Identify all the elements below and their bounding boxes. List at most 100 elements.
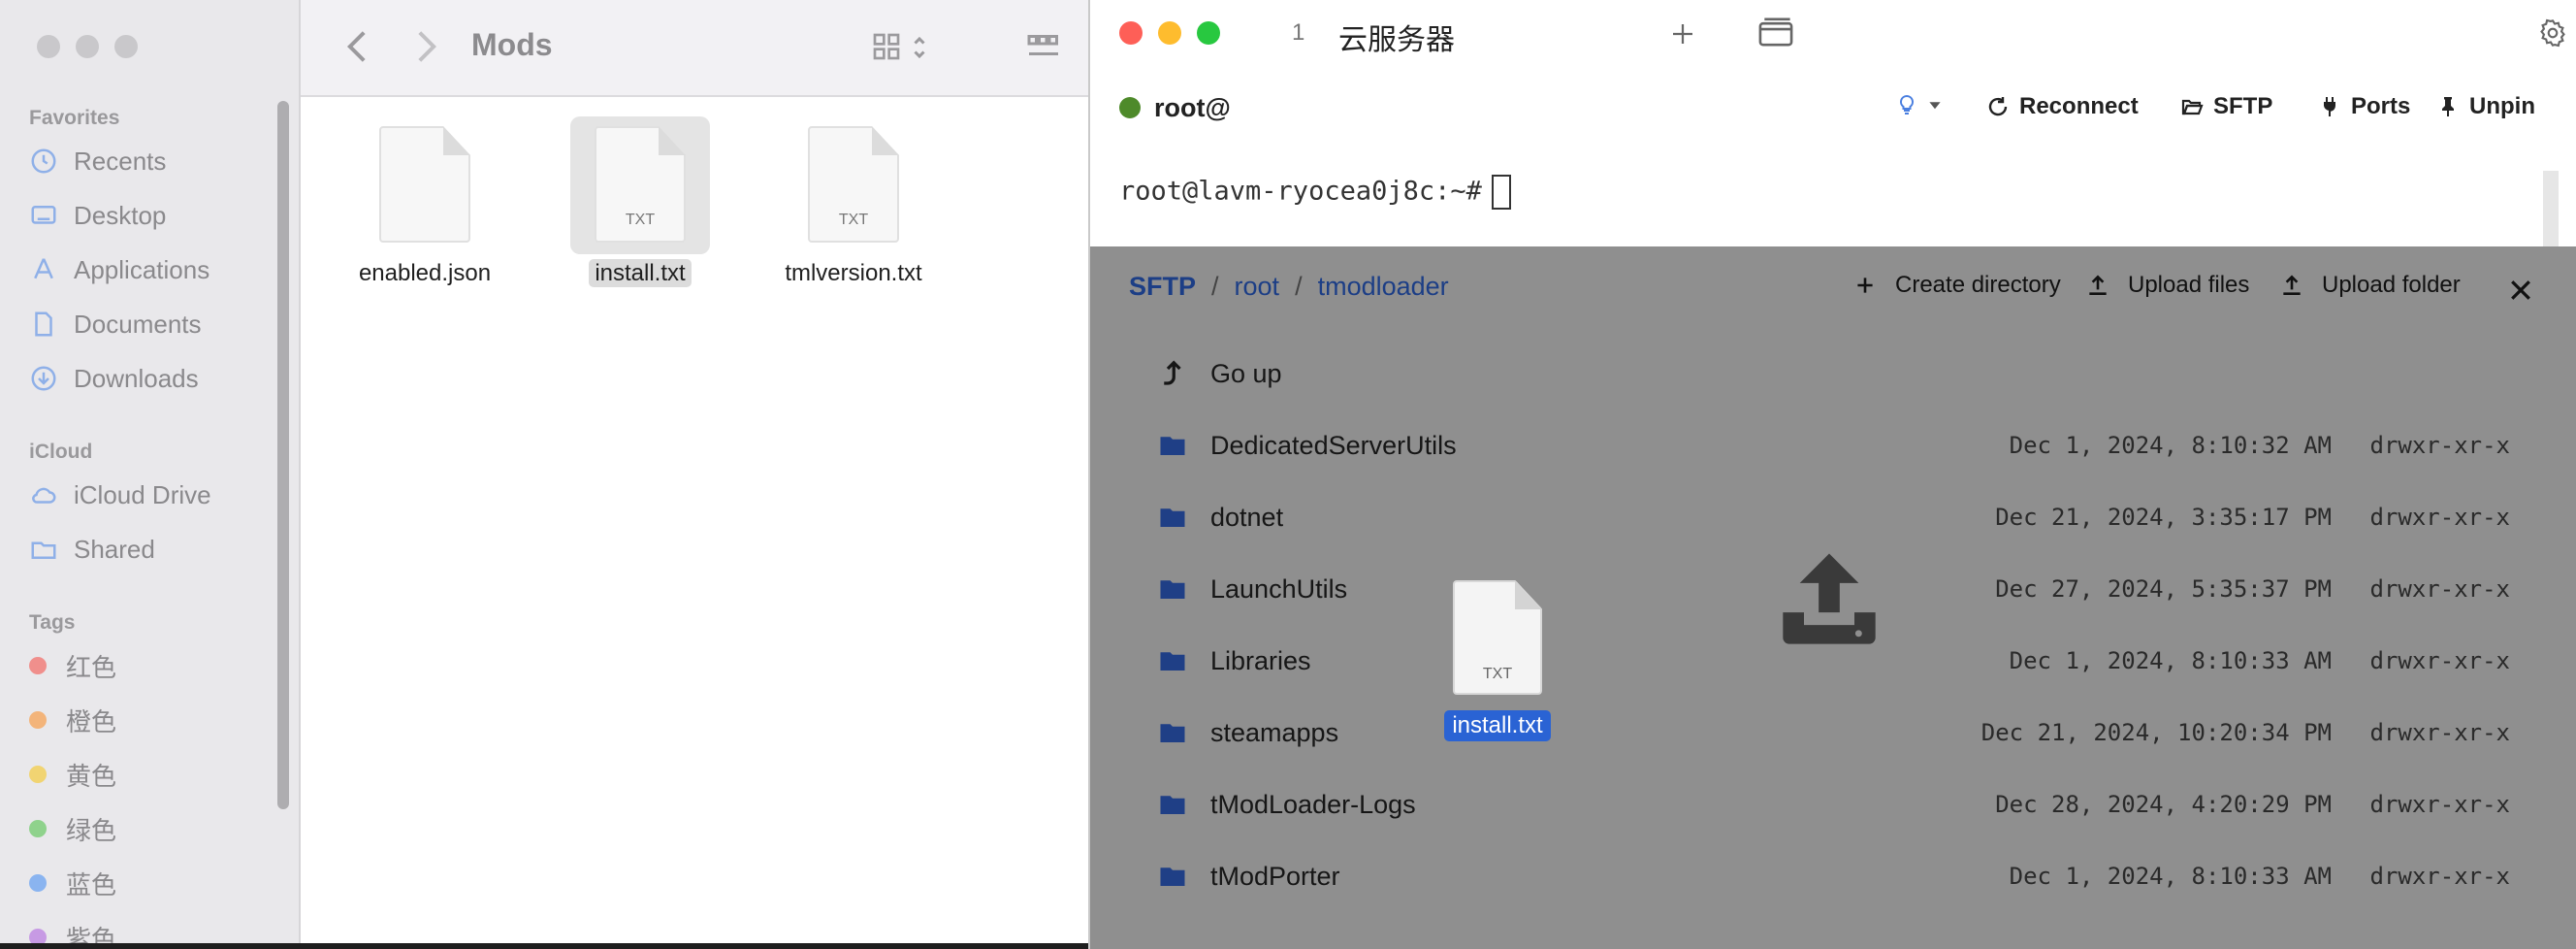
sidebar-tag-blue[interactable]: 蓝色: [21, 862, 116, 904]
folder-icon: [1160, 652, 1185, 671]
zoom-window-button[interactable]: [1197, 21, 1220, 45]
tag-dot-icon: [29, 874, 47, 892]
upload-dropzone-icon: [1783, 553, 1876, 644]
sidebar-item-documents[interactable]: Documents: [29, 303, 202, 345]
zoom-window-button[interactable]: [114, 35, 138, 58]
window-list-icon[interactable]: [1757, 16, 1794, 49]
group-view-icon[interactable]: [1026, 31, 1061, 62]
sidebar-tag-purple[interactable]: 紫色: [21, 916, 116, 943]
ports-button[interactable]: Ports: [2318, 93, 2410, 120]
file-name: enabled.json: [358, 260, 492, 286]
entry-name: Libraries: [1210, 645, 1311, 675]
clock-icon: [31, 148, 56, 174]
plus-icon: [1857, 278, 1873, 293]
sidebar-item-label: Shared: [74, 534, 155, 564]
entry-permissions: drwxr-xr-x: [2369, 791, 2511, 818]
reconnect-button[interactable]: Reconnect: [1986, 93, 2139, 120]
sidebar-item-recents[interactable]: Recents: [29, 140, 166, 182]
grid-view-icon[interactable]: [871, 31, 902, 62]
sidebar-item-label: Documents: [74, 309, 202, 339]
entry-date: Dec 27, 2024, 5:35:37 PM: [1995, 575, 2332, 603]
terminal-output[interactable]: root@lavm-ryocea0j8c:~#: [1119, 175, 1511, 210]
sidebar-item-icloud-drive[interactable]: iCloud Drive: [29, 474, 211, 516]
minimize-window-button[interactable]: [76, 35, 99, 58]
create-directory-button[interactable]: Create directory: [1852, 272, 2061, 299]
lightbulb-icon: [1899, 94, 1915, 115]
sidebar-item-applications[interactable]: Applications: [29, 248, 209, 291]
reconnect-label: Reconnect: [2019, 93, 2139, 119]
terminal-window: 1 云服务器 root@ Reconnect SFTP Ports Unpin: [1088, 0, 2576, 949]
sidebar-item-label: 紫色: [66, 924, 117, 944]
breadcrumb-separator: /: [1211, 272, 1219, 301]
folder-open-icon: [2181, 99, 2204, 115]
hint-dropdown-button[interactable]: [1895, 93, 1942, 116]
sidebar-item-label: Desktop: [74, 200, 167, 230]
upload-icon: [2283, 275, 2301, 295]
sidebar-tag-orange[interactable]: 橙色: [21, 699, 116, 741]
minimize-window-button[interactable]: [1158, 21, 1181, 45]
forward-icon[interactable]: [415, 29, 438, 64]
txt-file-icon: TXT: [808, 126, 899, 243]
table-row[interactable]: tModPorter Dec 1, 2024, 8:10:33 AM drwxr…: [1158, 840, 2510, 912]
entry-permissions: drwxr-xr-x: [2369, 863, 2511, 890]
sidebar-scrollbar[interactable]: [277, 101, 289, 809]
entry-date: Dec 21, 2024, 3:35:17 PM: [1995, 504, 2332, 531]
upload-folder-button[interactable]: Upload folder: [2279, 272, 2461, 299]
close-icon[interactable]: [2506, 276, 2535, 305]
file-item[interactable]: enabled.json: [347, 126, 502, 287]
close-window-button[interactable]: [37, 35, 60, 58]
chevron-updown-icon[interactable]: [912, 33, 927, 62]
upload-files-button[interactable]: Upload files: [2085, 272, 2249, 299]
entry-name: DedicatedServerUtils: [1210, 430, 1457, 460]
file-item-selected[interactable]: TXT install.txt: [563, 126, 718, 287]
shell-prompt: root@lavm-ryocea0j8c:~#: [1119, 176, 1482, 207]
applications-icon: [34, 258, 53, 279]
entry-name: LaunchUtils: [1210, 573, 1348, 604]
sidebar-item-label: 蓝色: [66, 869, 117, 900]
sidebar-item-downloads[interactable]: Downloads: [29, 357, 199, 400]
sidebar-tag-green[interactable]: 绿色: [21, 807, 116, 850]
table-row[interactable]: tModLoader-Logs Dec 28, 2024, 4:20:29 PM…: [1158, 769, 2510, 840]
entry-permissions: drwxr-xr-x: [2369, 432, 2511, 459]
dragged-file[interactable]: TXT install.txt: [1420, 580, 1575, 741]
tab-title[interactable]: 云服务器: [1338, 16, 1455, 58]
file-name: tmlversion.txt: [785, 260, 922, 286]
cloud-icon: [32, 487, 56, 504]
sidebar-tag-red[interactable]: 红色: [21, 644, 116, 687]
table-row[interactable]: dotnet Dec 21, 2024, 3:35:17 PM drwxr-xr…: [1158, 481, 2510, 553]
sidebar-item-shared[interactable]: Shared: [29, 528, 155, 571]
tag-dot-icon: [29, 929, 47, 943]
unpin-button[interactable]: Unpin: [2436, 93, 2535, 120]
close-window-button[interactable]: [1119, 21, 1143, 45]
folder-icon: [1160, 437, 1185, 455]
plus-icon[interactable]: [1668, 19, 1697, 49]
go-up-label: Go up: [1210, 358, 1282, 388]
finder-sidebar: Favorites Recents Desktop Applications D…: [0, 0, 301, 943]
finder-window: Favorites Recents Desktop Applications D…: [0, 0, 1115, 943]
breadcrumb-item-sftp[interactable]: SFTP: [1129, 272, 1196, 301]
entry-date: Dec 28, 2024, 4:20:29 PM: [1995, 791, 2332, 818]
table-row[interactable]: DedicatedServerUtils Dec 1, 2024, 8:10:3…: [1158, 409, 2510, 481]
text-cursor: [1491, 175, 1511, 210]
favorites-heading: Favorites: [29, 107, 120, 129]
sftp-panel: SFTP / root / tmodloader Create directory Up…: [1090, 246, 2576, 949]
go-up-row[interactable]: Go up: [1158, 338, 2510, 409]
json-file-icon: [379, 126, 470, 243]
gear-icon[interactable]: [2537, 17, 2568, 49]
table-row[interactable]: steamapps Dec 21, 2024, 10:20:34 PM drwx…: [1158, 697, 2510, 769]
file-item[interactable]: TXT tmlversion.txt: [776, 126, 931, 287]
entry-permissions: drwxr-xr-x: [2369, 647, 2511, 674]
sidebar-item-label: 绿色: [66, 815, 117, 845]
terminal-scrollbar[interactable]: [2543, 171, 2559, 248]
sidebar-tag-yellow[interactable]: 黄色: [21, 753, 116, 796]
sftp-button[interactable]: SFTP: [2180, 93, 2272, 120]
back-icon[interactable]: [345, 29, 369, 64]
sidebar-item-label: iCloud Drive: [74, 479, 211, 509]
sidebar-item-desktop[interactable]: Desktop: [29, 194, 166, 237]
download-icon: [31, 366, 56, 391]
breadcrumb-item-tmodloader[interactable]: tmodloader: [1318, 272, 1449, 301]
breadcrumb-item-root[interactable]: root: [1235, 272, 1280, 301]
shared-folder-icon: [31, 541, 56, 559]
tag-dot-icon: [29, 711, 47, 729]
finder-window-title: Mods: [471, 27, 553, 62]
